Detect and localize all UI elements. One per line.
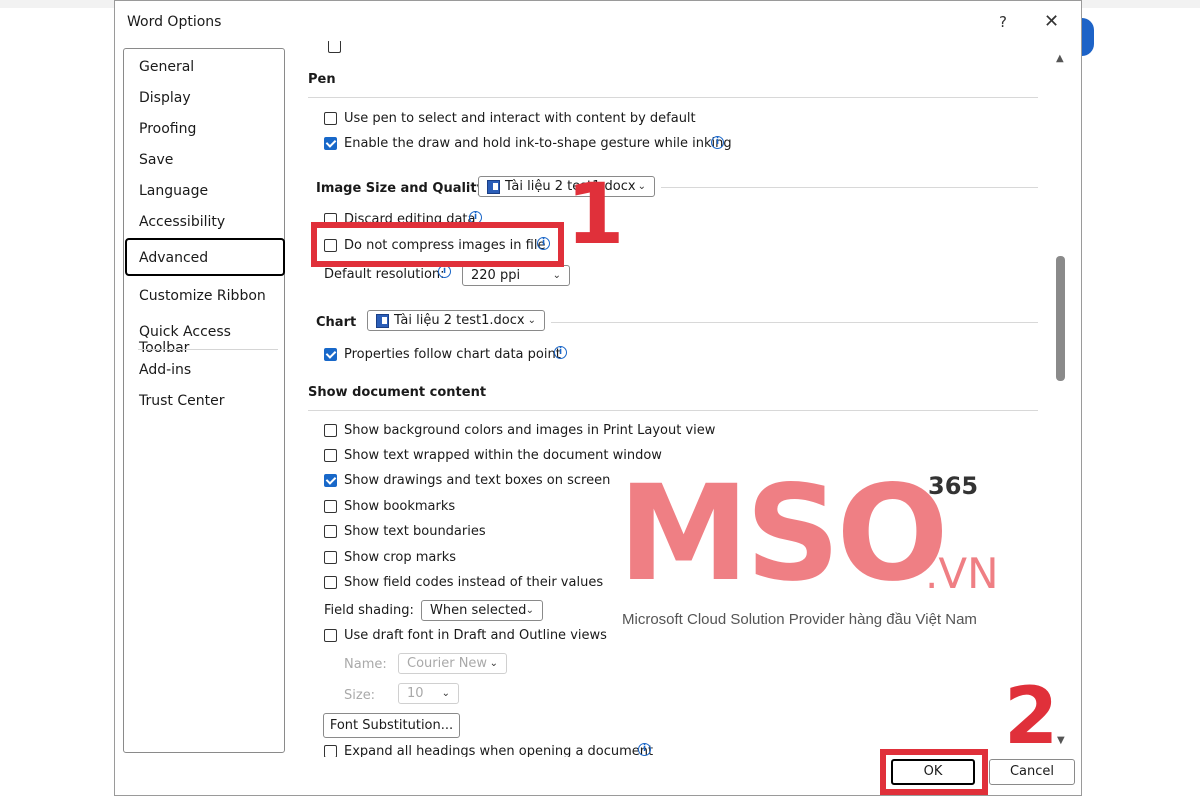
chevron-down-icon: ⌄ xyxy=(552,270,561,281)
default-resolution-value: 220 ppi xyxy=(471,268,521,283)
divider xyxy=(308,410,1038,411)
font-size-label: Size: xyxy=(344,688,376,703)
show-text-wrapped-checkbox[interactable] xyxy=(324,449,337,462)
info-icon: i xyxy=(638,743,651,756)
pen-select-checkbox[interactable] xyxy=(324,112,337,125)
chevron-down-icon: ⌄ xyxy=(527,315,536,326)
chevron-down-icon: ⌄ xyxy=(525,605,534,616)
default-resolution-dropdown[interactable]: 220 ppi ⌄ xyxy=(462,265,570,286)
show-field-codes-checkbox[interactable] xyxy=(324,576,337,589)
divider xyxy=(308,97,1038,98)
watermark-superscript: 365 xyxy=(928,472,979,500)
sidebar-divider xyxy=(138,349,278,350)
step2-highlight-box xyxy=(880,749,988,795)
show-crop-marks-checkbox[interactable] xyxy=(324,551,337,564)
sidebar-item-save[interactable]: Save xyxy=(139,152,173,168)
chevron-down-icon: ⌄ xyxy=(637,181,646,192)
show-text-boundaries-checkbox[interactable] xyxy=(324,525,337,538)
scrollbar-thumb[interactable] xyxy=(1056,256,1065,381)
chart-properties-checkbox[interactable] xyxy=(324,348,337,361)
info-icon: i xyxy=(711,136,724,149)
chevron-down-icon: ⌄ xyxy=(441,688,450,699)
help-button[interactable]: ? xyxy=(995,13,1011,31)
draft-font-checkbox[interactable] xyxy=(324,629,337,642)
dialog-title: Word Options xyxy=(127,14,222,30)
show-background-checkbox[interactable] xyxy=(324,424,337,437)
word-document-icon xyxy=(376,313,389,328)
font-substitution-button[interactable]: Font Substitution... xyxy=(323,713,460,738)
close-button[interactable]: ✕ xyxy=(1044,11,1059,32)
show-text-boundaries-label: Show text boundaries xyxy=(344,524,486,539)
step1-number: 1 xyxy=(566,165,625,263)
font-name-dropdown[interactable]: Courier New ⌄ xyxy=(398,653,507,674)
sidebar-item-accessibility[interactable]: Accessibility xyxy=(139,214,225,230)
sidebar-item-customize-ribbon[interactable]: Customize Ribbon xyxy=(139,288,266,304)
field-shading-value: When selected xyxy=(430,603,527,618)
options-sidebar: General Display Proofing Save Language A… xyxy=(123,48,285,753)
field-shading-dropdown[interactable]: When selected ⌄ xyxy=(421,600,543,621)
word-options-dialog: Word Options ? ✕ General Display Proofin… xyxy=(114,0,1082,796)
expand-headings-checkbox[interactable] xyxy=(324,745,337,757)
sidebar-item-trust-center[interactable]: Trust Center xyxy=(139,393,224,409)
show-drawings-checkbox[interactable] xyxy=(324,474,337,487)
cancel-button[interactable]: Cancel xyxy=(989,759,1075,785)
show-field-codes-label: Show field codes instead of their values xyxy=(344,575,604,590)
sidebar-item-language[interactable]: Language xyxy=(139,183,208,199)
step1-highlight-box xyxy=(311,222,564,267)
word-document-icon xyxy=(487,179,500,194)
expand-headings-label: Expand all headings when opening a docum… xyxy=(344,744,654,757)
watermark-suffix: .VN xyxy=(925,549,999,598)
font-name-value: Courier New xyxy=(407,656,488,671)
ink-to-shape-checkbox[interactable] xyxy=(324,137,337,150)
field-shading-label: Field shading: xyxy=(324,603,414,618)
chart-properties-label: Properties follow chart data point xyxy=(344,347,561,362)
chart-document-dropdown[interactable]: Tài liệu 2 test1.docx ⌄ xyxy=(367,310,545,331)
show-drawings-label: Show drawings and text boxes on screen xyxy=(344,473,611,488)
sidebar-item-advanced[interactable]: Advanced xyxy=(139,250,208,266)
divider xyxy=(551,322,1038,323)
default-resolution-label: Default resolution: xyxy=(324,267,445,282)
draft-font-label: Use draft font in Draft and Outline view… xyxy=(344,628,607,643)
show-bookmarks-checkbox[interactable] xyxy=(324,500,337,513)
watermark-brand: MSO xyxy=(618,457,949,611)
info-icon: i xyxy=(554,346,567,359)
chart-document-value: Tài liệu 2 test1.docx xyxy=(394,313,525,328)
show-text-wrapped-label: Show text wrapped within the document wi… xyxy=(344,448,662,463)
show-crop-marks-label: Show crop marks xyxy=(344,550,457,565)
font-name-label: Name: xyxy=(344,657,387,672)
ink-to-shape-label: Enable the draw and hold ink-to-shape ge… xyxy=(344,136,732,151)
divider xyxy=(661,187,1038,188)
image-quality-section-header: Image Size and Quality xyxy=(316,181,486,196)
chart-section-header: Chart xyxy=(316,315,357,330)
pen-select-label: Use pen to select and interact with cont… xyxy=(344,111,696,126)
sidebar-item-general[interactable]: General xyxy=(139,59,194,75)
step2-number: 2 xyxy=(1004,672,1059,762)
sidebar-item-proofing[interactable]: Proofing xyxy=(139,121,196,137)
show-content-section-header: Show document content xyxy=(308,385,487,400)
sidebar-item-add-ins[interactable]: Add-ins xyxy=(139,362,191,378)
sidebar-item-quick-access-toolbar[interactable]: Quick Access Toolbar xyxy=(139,324,284,356)
chevron-down-icon: ⌄ xyxy=(489,658,498,669)
font-size-dropdown[interactable]: 10 ⌄ xyxy=(398,683,459,704)
show-background-label: Show background colors and images in Pri… xyxy=(344,423,716,438)
pen-section-header: Pen xyxy=(308,72,336,87)
sidebar-item-display[interactable]: Display xyxy=(139,90,191,106)
watermark-tagline: Microsoft Cloud Solution Provider hàng đ… xyxy=(622,611,977,628)
scroll-up-arrow-icon[interactable]: ▲ xyxy=(1056,53,1064,64)
partial-checkbox[interactable] xyxy=(328,41,341,53)
show-bookmarks-label: Show bookmarks xyxy=(344,499,456,514)
font-size-value: 10 xyxy=(407,686,424,701)
options-content: Pen Use pen to select and interact with … xyxy=(301,41,1043,757)
